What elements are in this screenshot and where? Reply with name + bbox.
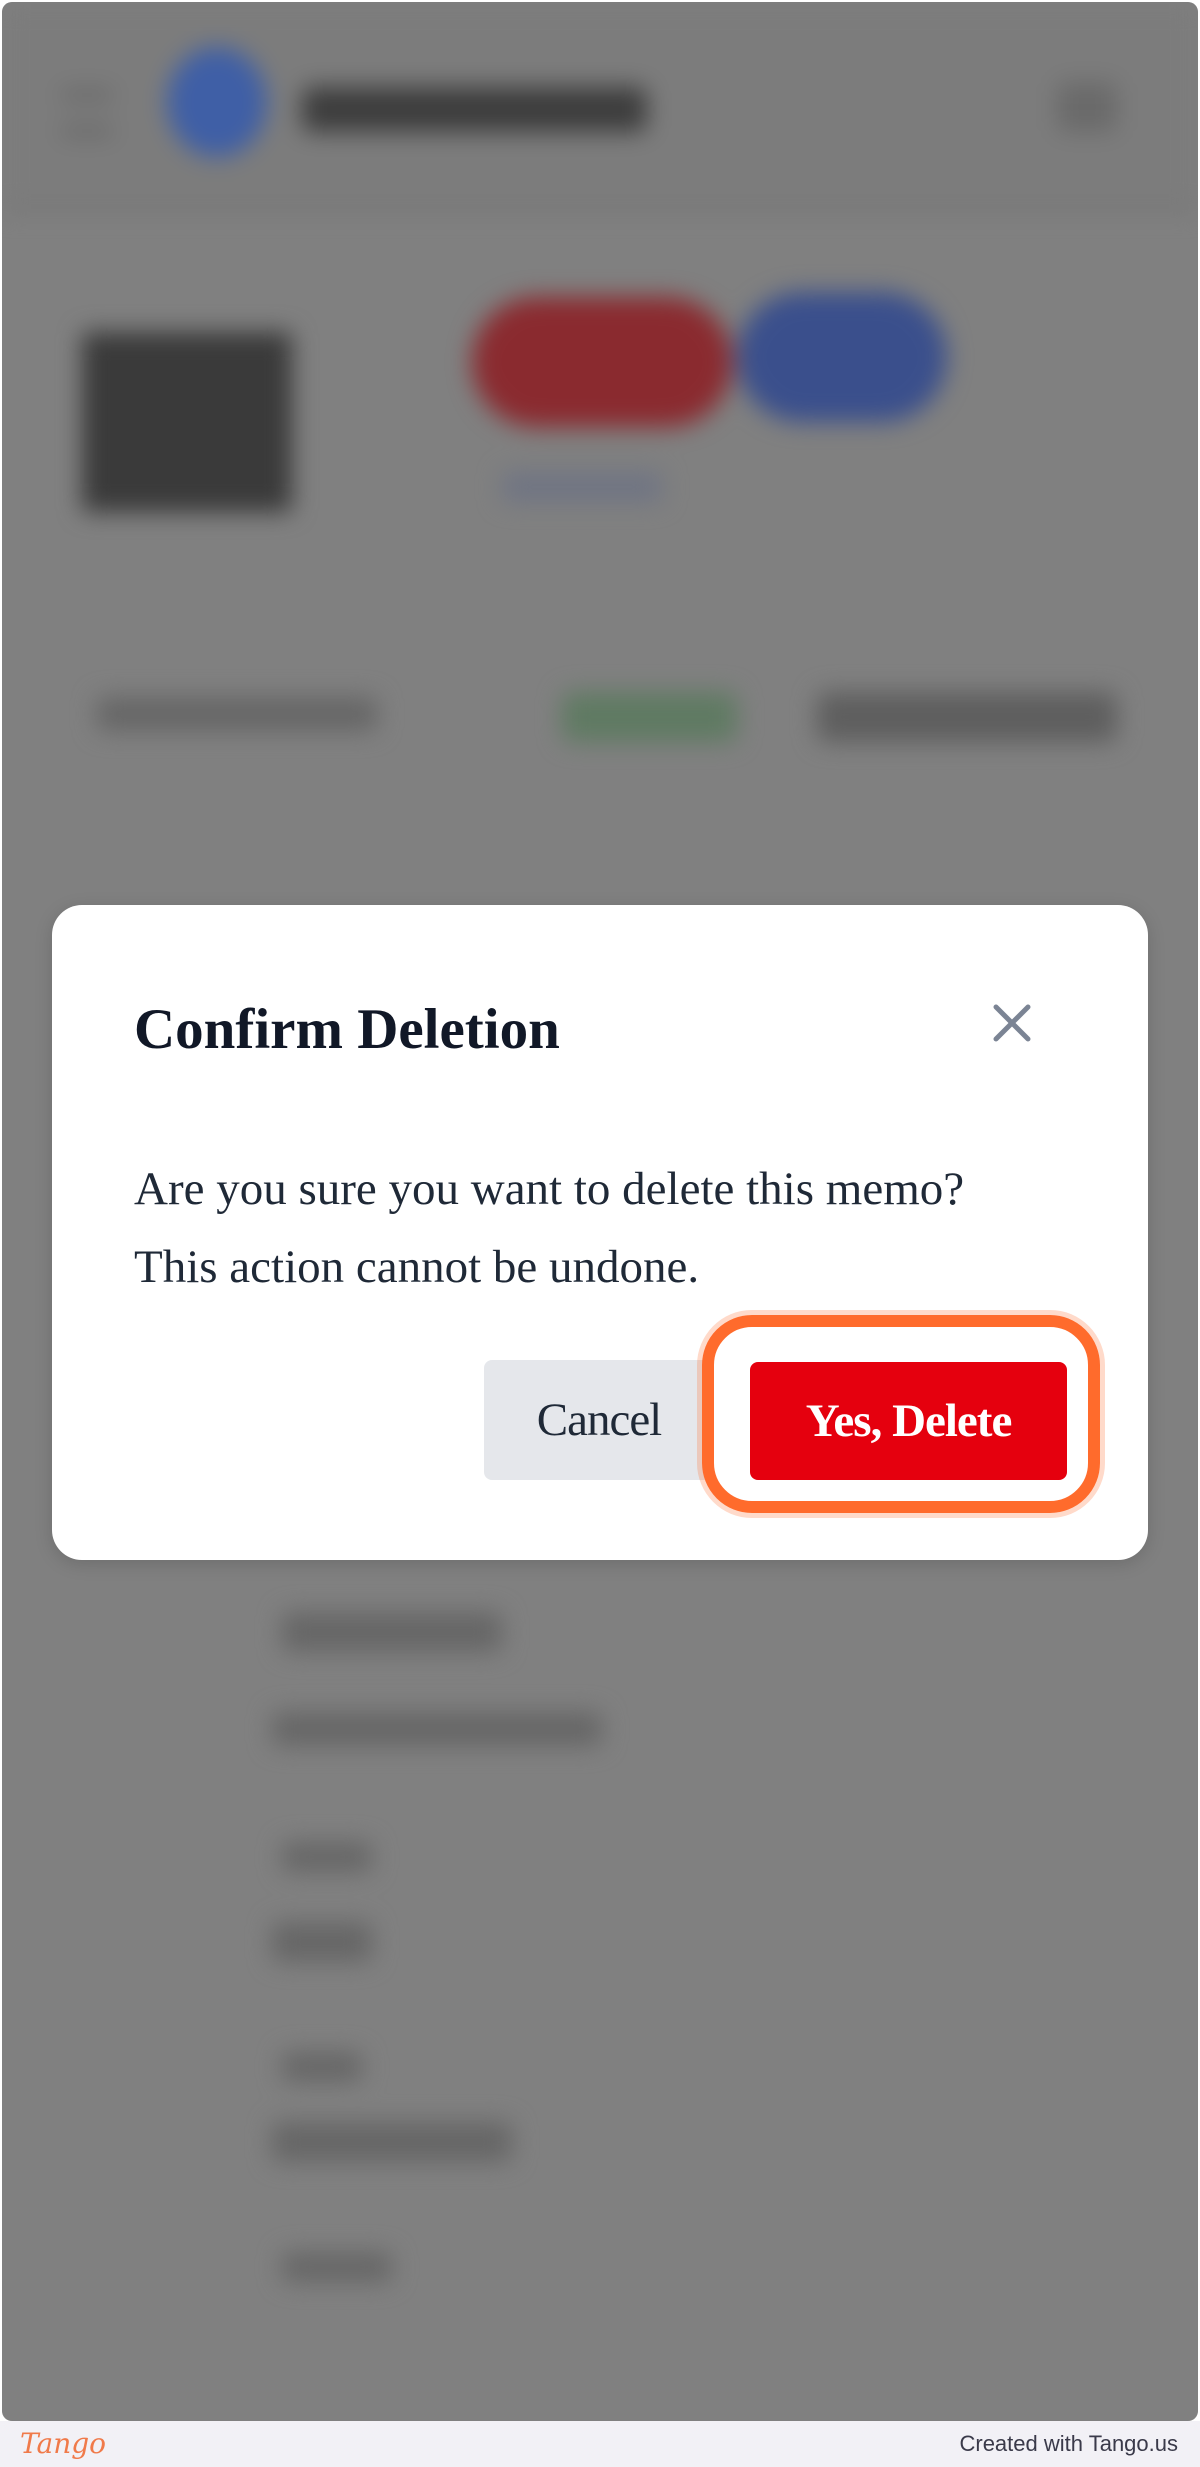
background-status-badge xyxy=(562,692,737,742)
background-list-item xyxy=(282,2052,362,2082)
app-screen: Confirm Deletion Are you sure you want t… xyxy=(2,2,1198,2421)
tango-logo: Tango xyxy=(20,2427,107,2460)
background-list-item xyxy=(272,2122,512,2162)
yes-delete-button[interactable]: Yes, Delete xyxy=(750,1362,1067,1480)
cancel-button[interactable]: Cancel xyxy=(484,1360,714,1480)
header-icon xyxy=(1057,82,1117,132)
background-list-item xyxy=(272,1922,372,1962)
background-list-item xyxy=(282,1612,502,1652)
dialog-message: Are you sure you want to delete this mem… xyxy=(134,1163,965,1293)
background-red-button xyxy=(472,297,732,427)
background-row-value xyxy=(817,692,1117,742)
background-blue-button xyxy=(737,292,947,422)
dialog-title: Confirm Deletion xyxy=(134,998,560,1061)
confirm-deletion-dialog: Confirm Deletion Are you sure you want t… xyxy=(52,905,1148,1560)
close-button[interactable] xyxy=(982,993,1042,1053)
background-list-item xyxy=(282,2252,392,2282)
footer: Tango Created with Tango.us xyxy=(0,2421,1200,2467)
app-logo xyxy=(167,47,267,157)
app-brand xyxy=(302,87,647,132)
close-icon xyxy=(993,1004,1031,1042)
footer-credit: Created with Tango.us xyxy=(959,2431,1178,2456)
avatar xyxy=(82,332,292,512)
background-row-label xyxy=(97,697,377,731)
background-list-item xyxy=(272,1712,602,1746)
background-list-item xyxy=(282,1842,372,1872)
background-link xyxy=(502,472,662,502)
menu-icon xyxy=(62,92,112,134)
